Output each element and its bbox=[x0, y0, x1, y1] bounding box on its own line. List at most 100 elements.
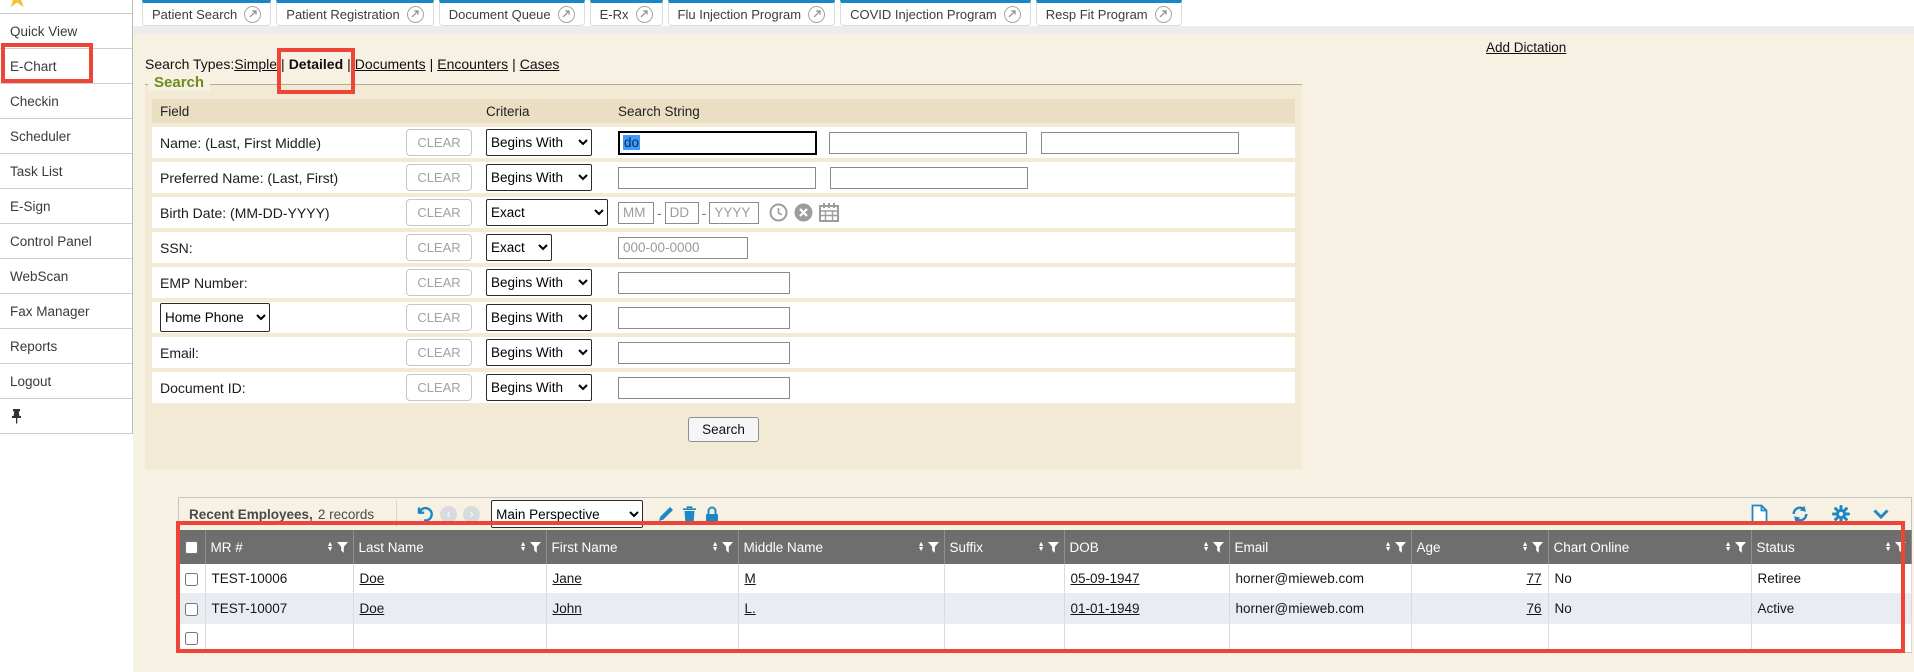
clear-preferred-button[interactable]: CLEAR bbox=[406, 164, 472, 191]
next-icon[interactable]: › bbox=[463, 506, 480, 523]
row-checkbox[interactable] bbox=[185, 603, 198, 616]
filter-icon[interactable] bbox=[1532, 542, 1543, 553]
preferred-criteria-select[interactable]: Begins With bbox=[486, 164, 592, 191]
sidebar-item-webscan[interactable]: WebScan bbox=[0, 259, 132, 294]
edit-icon[interactable] bbox=[657, 506, 674, 523]
sort-icon[interactable]: ▲▼ bbox=[1885, 542, 1892, 552]
name-middle-input[interactable] bbox=[1041, 132, 1239, 154]
phone-input[interactable] bbox=[618, 307, 790, 329]
clear-document-id-button[interactable]: CLEAR bbox=[406, 374, 472, 401]
previous-icon[interactable]: ‹ bbox=[440, 506, 457, 523]
filter-icon[interactable] bbox=[928, 542, 939, 553]
undo-icon[interactable] bbox=[415, 505, 433, 523]
tab-flu-injection-program[interactable]: Flu Injection Program bbox=[668, 0, 836, 26]
settings-icon[interactable] bbox=[1832, 505, 1850, 523]
sidebar-item-e-sign[interactable]: E-Sign bbox=[0, 189, 132, 224]
filter-icon[interactable] bbox=[337, 542, 348, 553]
popout-icon[interactable] bbox=[1155, 6, 1172, 23]
row-checkbox[interactable] bbox=[185, 632, 198, 645]
clear-date-icon[interactable] bbox=[794, 203, 813, 222]
clear-ssn-button[interactable]: CLEAR bbox=[406, 234, 472, 261]
sort-icon[interactable]: ▲▼ bbox=[327, 542, 334, 552]
collapse-icon[interactable] bbox=[1873, 509, 1889, 519]
column-header-age[interactable]: Age▲▼ bbox=[1411, 530, 1548, 564]
sidebar-item-logout[interactable]: Logout bbox=[0, 364, 132, 399]
cell-last-name-link[interactable]: Doe bbox=[360, 601, 385, 616]
cell-first-name-link[interactable]: Jane bbox=[553, 571, 582, 586]
row-checkbox[interactable] bbox=[185, 573, 198, 586]
column-header-status[interactable]: Status▲▼ bbox=[1751, 530, 1911, 564]
lock-icon[interactable] bbox=[705, 506, 719, 523]
search-type-detailed[interactable]: Detailed bbox=[289, 56, 343, 72]
perspective-select[interactable]: Main Perspective bbox=[491, 500, 643, 528]
sidebar-item-scheduler[interactable]: Scheduler bbox=[0, 119, 132, 154]
sidebar-item-reports[interactable]: Reports bbox=[0, 329, 132, 364]
cell-age-link[interactable]: 77 bbox=[1526, 571, 1541, 586]
filter-icon[interactable] bbox=[1735, 542, 1746, 553]
popout-icon[interactable] bbox=[808, 6, 825, 23]
filter-icon[interactable] bbox=[1213, 542, 1224, 553]
popout-icon[interactable] bbox=[407, 6, 424, 23]
name-criteria-select[interactable]: Begins With bbox=[486, 129, 592, 156]
clear-email-button[interactable]: CLEAR bbox=[406, 339, 472, 366]
tab-document-queue[interactable]: Document Queue bbox=[439, 0, 585, 26]
birth-month-input[interactable] bbox=[618, 202, 654, 224]
search-button[interactable]: Search bbox=[688, 417, 759, 442]
add-dictation-link[interactable]: Add Dictation bbox=[1486, 40, 1566, 55]
ssn-criteria-select[interactable]: Exact bbox=[486, 234, 552, 261]
clear-emp-button[interactable]: CLEAR bbox=[406, 269, 472, 296]
name-first-input[interactable] bbox=[829, 132, 1027, 154]
cell-dob-link[interactable]: 01-01-1949 bbox=[1071, 601, 1140, 616]
select-all-checkbox[interactable] bbox=[185, 541, 198, 554]
sort-icon[interactable]: ▲▼ bbox=[1385, 542, 1392, 552]
new-document-icon[interactable] bbox=[1751, 504, 1768, 524]
preferred-first-input[interactable] bbox=[830, 167, 1028, 189]
search-type-encounters[interactable]: Encounters bbox=[437, 56, 508, 72]
sort-icon[interactable]: ▲▼ bbox=[1725, 542, 1732, 552]
cell-dob-link[interactable]: 05-09-1947 bbox=[1071, 571, 1140, 586]
tab-covid-injection-program[interactable]: COVID Injection Program bbox=[840, 0, 1031, 26]
sidebar-item-quick-view[interactable]: Quick View bbox=[0, 14, 132, 49]
filter-icon[interactable] bbox=[1048, 542, 1059, 553]
column-header-middle-name[interactable]: Middle Name▲▼ bbox=[738, 530, 944, 564]
search-type-simple[interactable]: Simple bbox=[234, 56, 277, 72]
clear-name-button[interactable]: CLEAR bbox=[406, 129, 472, 156]
tab-resp-fit-program[interactable]: Resp Fit Program bbox=[1036, 0, 1182, 26]
delete-icon[interactable] bbox=[682, 506, 697, 523]
select-all-header[interactable] bbox=[179, 530, 205, 564]
sort-icon[interactable]: ▲▼ bbox=[918, 542, 925, 552]
column-header-dob[interactable]: DOB▲▼ bbox=[1064, 530, 1229, 564]
sort-icon[interactable]: ▲▼ bbox=[712, 542, 719, 552]
sidebar-item-checkin[interactable]: Checkin bbox=[0, 84, 132, 119]
cell-middle-name-link[interactable]: L. bbox=[745, 601, 756, 616]
phone-type-select[interactable]: Home Phone bbox=[160, 303, 270, 332]
sidebar-item-fax-manager[interactable]: Fax Manager bbox=[0, 294, 132, 329]
calendar-icon[interactable] bbox=[819, 203, 839, 222]
popout-icon[interactable] bbox=[558, 6, 575, 23]
sort-icon[interactable]: ▲▼ bbox=[1203, 542, 1210, 552]
preferred-last-input[interactable] bbox=[618, 167, 816, 189]
cell-age-link[interactable]: 76 bbox=[1526, 601, 1541, 616]
sort-icon[interactable]: ▲▼ bbox=[1522, 542, 1529, 552]
ssn-input[interactable] bbox=[618, 237, 748, 259]
sidebar-item-task-list[interactable]: Task List bbox=[0, 154, 132, 189]
emp-number-input[interactable] bbox=[618, 272, 790, 294]
popout-icon[interactable] bbox=[244, 6, 261, 23]
popout-icon[interactable] bbox=[1004, 6, 1021, 23]
emp-criteria-select[interactable]: Begins With bbox=[486, 269, 592, 296]
popout-icon[interactable] bbox=[636, 6, 653, 23]
tab-patient-registration[interactable]: Patient Registration bbox=[276, 0, 433, 26]
sidebar-pin-toggle[interactable] bbox=[0, 399, 132, 434]
column-header-last-name[interactable]: Last Name▲▼ bbox=[353, 530, 546, 564]
cell-last-name-link[interactable]: Doe bbox=[360, 571, 385, 586]
birth-day-input[interactable] bbox=[665, 202, 699, 224]
phone-criteria-select[interactable]: Begins With bbox=[486, 304, 592, 331]
column-header-first-name[interactable]: First Name▲▼ bbox=[546, 530, 738, 564]
sort-icon[interactable]: ▲▼ bbox=[520, 542, 527, 552]
birth-year-input[interactable] bbox=[709, 202, 759, 224]
filter-icon[interactable] bbox=[722, 542, 733, 553]
column-header-chart-online[interactable]: Chart Online▲▼ bbox=[1548, 530, 1751, 564]
refresh-icon[interactable] bbox=[1791, 505, 1809, 523]
column-header-suffix[interactable]: Suffix▲▼ bbox=[944, 530, 1064, 564]
sidebar-item-e-chart[interactable]: E-Chart bbox=[0, 49, 132, 84]
